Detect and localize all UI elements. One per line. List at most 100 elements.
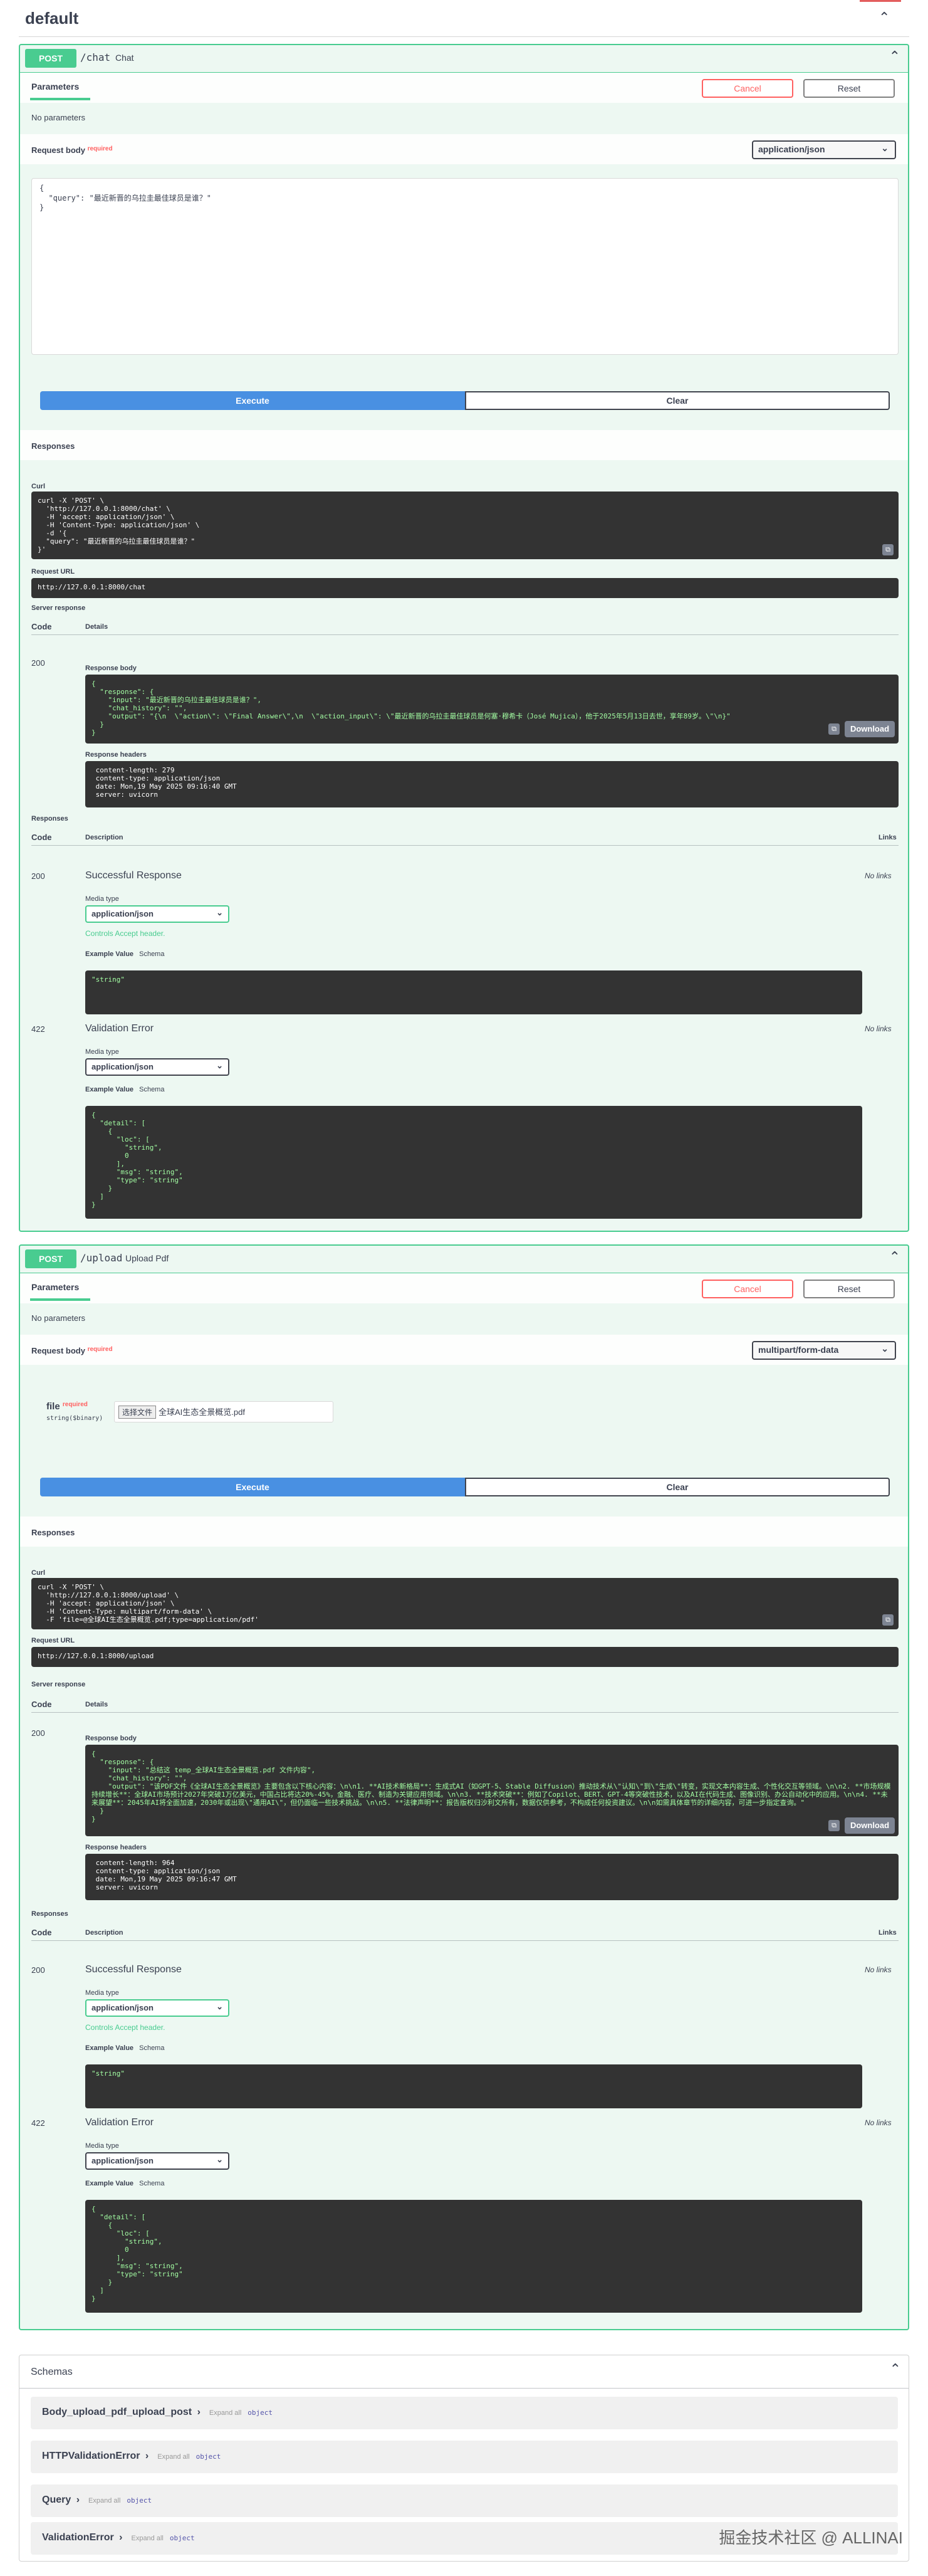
response-body-code[interactable]: { "response": { "input": "总结这 temp_全球AI生…	[85, 1745, 899, 1836]
example-value-tab[interactable]: Example Value Schema	[85, 2044, 164, 2052]
file-input[interactable]: 选择文件 全球AI生态全景概览.pdf	[114, 1401, 333, 1422]
cancel-button[interactable]: Cancel	[702, 1280, 793, 1298]
type-object: object	[127, 2496, 152, 2505]
chevron-right-icon: ›	[119, 2532, 123, 2543]
col-code: Code	[31, 833, 52, 842]
col-code: Code	[31, 622, 52, 631]
operation-header[interactable]: POST /upload Upload Pdf ⌃	[20, 1246, 908, 1273]
example-code: { "detail": [ { "loc": [ "string", 0 ], …	[85, 1106, 862, 1219]
operation-upload: POST /upload Upload Pdf ⌃ Parameters Can…	[19, 1244, 909, 2330]
operation-summary: Chat	[115, 53, 134, 63]
no-links: No links	[865, 1965, 892, 1974]
operation-header[interactable]: POST /chat Chat ⌃	[20, 45, 908, 73]
content-type-select[interactable]: multipart/form-data ⌄	[752, 1341, 896, 1360]
media-type-label: Media type	[85, 1048, 119, 1056]
request-url[interactable]: http://127.0.0.1:8000/upload	[31, 1647, 899, 1667]
chevron-up-icon[interactable]: ⌃	[889, 49, 900, 65]
execute-button[interactable]: Execute	[40, 391, 465, 410]
chevron-up-icon[interactable]: ⌃	[890, 2362, 901, 2377]
clear-button[interactable]: Clear	[465, 391, 890, 410]
execute-button[interactable]: Execute	[40, 1478, 465, 1496]
schema-tab[interactable]: Schema	[139, 950, 164, 958]
reset-button[interactable]: Reset	[803, 1280, 895, 1298]
copy-icon[interactable]: ⧉	[882, 1614, 894, 1626]
request-body-bar: Request body required application/json ⌄	[20, 134, 908, 164]
chevron-right-icon: ›	[197, 2407, 201, 2417]
tab-parameters[interactable]: Parameters	[31, 1282, 79, 1292]
response-code: 200	[31, 1728, 45, 1738]
file-param-type: string($binary)	[46, 1415, 103, 1422]
col-description: Description	[85, 834, 123, 841]
expand-all[interactable]: Expand all	[157, 2453, 189, 2461]
download-button[interactable]: Download	[845, 721, 895, 737]
chevron-up-icon[interactable]: ⌃	[889, 1249, 900, 1265]
schema-item[interactable]: HTTPValidationError › Expand all object	[31, 2441, 898, 2473]
cancel-button[interactable]: Cancel	[702, 79, 793, 98]
media-type-select[interactable]: application/json ⌄	[85, 2152, 229, 2170]
media-type-select[interactable]: application/json ⌄	[85, 1999, 229, 2017]
example-value-tab[interactable]: Example Value Schema	[85, 2180, 164, 2187]
request-url[interactable]: http://127.0.0.1:8000/chat	[31, 578, 899, 598]
media-type-select[interactable]: application/json ⌄	[85, 905, 229, 923]
col-links: Links	[878, 834, 897, 841]
section-title[interactable]: default	[25, 9, 78, 28]
server-response-label: Server response	[31, 604, 86, 612]
response-code: 200	[31, 871, 45, 881]
schemas-title[interactable]: Schemas	[31, 2367, 73, 2378]
tab-parameters[interactable]: Parameters	[31, 81, 79, 92]
chevron-down-icon: ⌄	[216, 908, 223, 917]
expand-all[interactable]: Expand all	[88, 2497, 120, 2505]
no-links: No links	[865, 1024, 892, 1033]
chevron-down-icon: ⌄	[881, 1343, 889, 1354]
copy-icon[interactable]: ⧉	[828, 723, 840, 735]
expand-all[interactable]: Expand all	[209, 2409, 241, 2417]
content-type-select[interactable]: application/json ⌄	[752, 140, 896, 159]
media-type-select[interactable]: application/json ⌄	[85, 1058, 229, 1076]
operation-chat: POST /chat Chat ⌃ Parameters Cancel Rese…	[19, 44, 909, 1232]
example-value-tab[interactable]: Example Value Schema	[85, 950, 164, 958]
type-object: object	[196, 2452, 221, 2461]
curl-code[interactable]: curl -X 'POST' \ 'http://127.0.0.1:8000/…	[31, 492, 899, 559]
no-parameters-text: No parameters	[31, 1313, 85, 1323]
response-body-code[interactable]: { "response": { "input": "最近新晋的乌拉圭最佳球员是谁…	[85, 675, 899, 744]
choose-file-button[interactable]: 选择文件	[118, 1406, 157, 1419]
operation-path: /chat	[80, 51, 111, 63]
chevron-up-icon[interactable]: ⌃	[878, 10, 890, 26]
no-links: No links	[865, 871, 892, 880]
curl-label: Curl	[31, 483, 45, 490]
response-body-label: Response body	[85, 1735, 137, 1742]
download-button[interactable]: Download	[845, 1817, 895, 1834]
response-headers-code[interactable]: content-length: 964 content-type: applic…	[85, 1854, 899, 1900]
clear-button[interactable]: Clear	[465, 1478, 890, 1496]
response-headers-code[interactable]: content-length: 279 content-type: applic…	[85, 761, 899, 807]
responses-label: Responses	[31, 1910, 68, 1918]
type-object: object	[169, 2534, 195, 2542]
example-code: "string"	[85, 2064, 862, 2108]
method-badge: POST	[25, 49, 76, 68]
response-description: Validation Error	[85, 2117, 154, 2128]
copy-icon[interactable]: ⧉	[828, 1820, 840, 1831]
chevron-down-icon: ⌄	[216, 2155, 223, 2164]
schema-tab[interactable]: Schema	[139, 1086, 164, 1093]
response-headers-label: Response headers	[85, 751, 147, 759]
col-details: Details	[85, 623, 108, 631]
media-type-label: Media type	[85, 895, 119, 903]
expand-all[interactable]: Expand all	[131, 2535, 163, 2542]
operation-path: /upload	[80, 1252, 123, 1264]
response-code: 422	[31, 1024, 45, 1034]
schema-item[interactable]: Query › Expand all object	[31, 2484, 898, 2517]
request-body-textarea[interactable]: { "query": "最近新晋的乌拉圭最佳球员是谁？" }	[31, 178, 899, 355]
example-value-tab[interactable]: Example Value Schema	[85, 1086, 164, 1093]
col-code: Code	[31, 1700, 52, 1709]
response-body-label: Response body	[85, 665, 137, 672]
schema-item[interactable]: Body_upload_pdf_upload_post › Expand all o…	[31, 2397, 898, 2429]
request-body-bar: Request body required multipart/form-dat…	[20, 1335, 908, 1365]
copy-icon[interactable]: ⧉	[882, 544, 894, 555]
reset-button[interactable]: Reset	[803, 79, 895, 98]
schema-tab[interactable]: Schema	[139, 2180, 164, 2187]
response-headers-label: Response headers	[85, 1844, 147, 1851]
curl-code[interactable]: curl -X 'POST' \ 'http://127.0.0.1:8000/…	[31, 1578, 899, 1629]
responses-bar: Responses	[20, 1517, 908, 1547]
schema-tab[interactable]: Schema	[139, 2044, 164, 2052]
divider	[19, 36, 909, 37]
